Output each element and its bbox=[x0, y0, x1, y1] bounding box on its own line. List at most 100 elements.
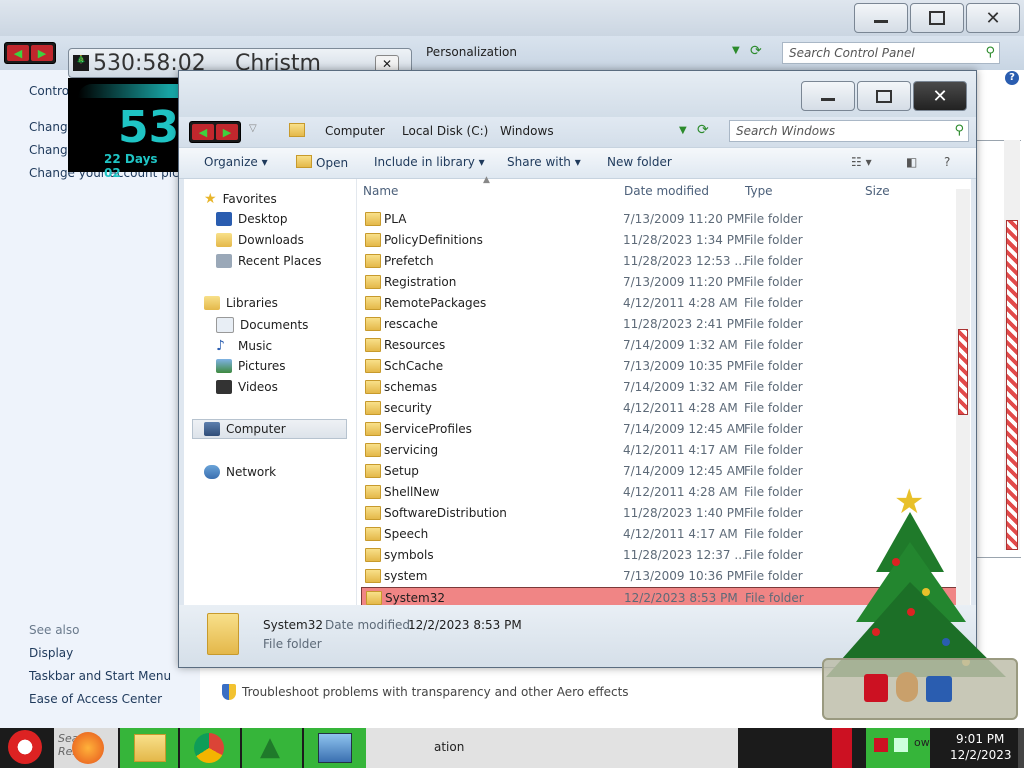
taskbar-search-box[interactable]: Searc Resc bbox=[54, 728, 118, 768]
table-row[interactable]: RemotePackages 4/12/2011 4:28 AM File fold… bbox=[361, 293, 961, 314]
back-arrow-icon[interactable]: ◀ bbox=[192, 124, 214, 140]
nav-libraries[interactable]: Libraries bbox=[204, 296, 278, 310]
ex-search-placeholder: Search Windows bbox=[736, 124, 836, 138]
nav-videos[interactable]: Videos bbox=[216, 380, 278, 394]
cp-address-text[interactable]: Personalization bbox=[426, 45, 517, 59]
table-row[interactable]: rescache 11/28/2023 2:41 PM File folder bbox=[361, 314, 961, 335]
troubleshoot-link[interactable]: Troubleshoot problems with transparency … bbox=[222, 684, 629, 700]
column-size[interactable]: Size bbox=[865, 184, 890, 198]
breadcrumb-local-disk[interactable]: Local Disk (C:) bbox=[402, 124, 488, 138]
cp-refresh-icon[interactable]: ⟳ bbox=[750, 43, 762, 59]
ex-refresh-icon[interactable]: ⟳ bbox=[697, 122, 709, 138]
table-row[interactable]: Prefetch 11/28/2023 12:53 ... File folder bbox=[361, 251, 961, 272]
forward-arrow-icon[interactable]: ▶ bbox=[31, 45, 53, 61]
help-icon[interactable]: ? bbox=[944, 155, 950, 169]
table-row[interactable]: security 4/12/2011 4:28 AM File folder bbox=[361, 398, 961, 419]
nav-desktop[interactable]: Desktop bbox=[216, 212, 288, 226]
troubleshoot-label: Troubleshoot problems with transparency … bbox=[242, 685, 629, 699]
taskbar-explorer[interactable] bbox=[120, 728, 178, 768]
nav-documents[interactable]: Documents bbox=[216, 317, 308, 333]
table-row[interactable]: Resources 7/14/2009 1:32 AM File folder bbox=[361, 335, 961, 356]
include-in-library-button[interactable]: Include in library ▾ bbox=[374, 155, 485, 169]
cp-search-placeholder: Search Control Panel bbox=[789, 46, 915, 60]
table-row[interactable]: ServiceProfiles 7/14/2009 12:45 AM File fo… bbox=[361, 419, 961, 440]
table-row[interactable]: SchCache 7/13/2009 10:35 PM File folder bbox=[361, 356, 961, 377]
nav-downloads[interactable]: Downloads bbox=[216, 233, 304, 247]
start-button[interactable] bbox=[0, 728, 52, 768]
cp-address-dropdown-icon[interactable]: ▼ bbox=[732, 45, 740, 56]
see-also-display-link[interactable]: Display bbox=[29, 646, 73, 660]
ex-nav-buttons[interactable]: ◀ ▶ bbox=[189, 121, 241, 143]
table-row[interactable]: PolicyDefinitions 11/28/2023 1:34 PM File … bbox=[361, 230, 961, 251]
table-row[interactable]: servicing 4/12/2011 4:17 AM File folder bbox=[361, 440, 961, 461]
view-options-icon[interactable]: ☷ ▾ bbox=[851, 155, 872, 169]
see-also-taskbar-link[interactable]: Taskbar and Start Menu bbox=[29, 669, 171, 683]
breadcrumb-windows[interactable]: Windows bbox=[500, 124, 554, 138]
file-name: Resources bbox=[384, 338, 446, 352]
table-row[interactable]: PLA 7/13/2009 11:20 PM File folder bbox=[361, 209, 961, 230]
organize-button[interactable]: Organize ▾ bbox=[204, 155, 268, 169]
help-icon[interactable]: ? bbox=[1005, 71, 1019, 85]
back-arrow-icon[interactable]: ◀ bbox=[7, 45, 29, 61]
file-type: File folder bbox=[744, 233, 803, 247]
action-center-icon[interactable] bbox=[874, 738, 888, 752]
share-with-button[interactable]: Share with ▾ bbox=[507, 155, 581, 169]
ex-minimize-button[interactable] bbox=[801, 81, 855, 111]
nav-computer[interactable]: Computer bbox=[204, 422, 286, 436]
file-list-scroll-thumb[interactable] bbox=[958, 329, 968, 415]
preview-pane-icon[interactable]: ◧ bbox=[906, 155, 917, 169]
ex-close-button[interactable]: ✕ bbox=[913, 81, 967, 111]
file-date: 7/13/2009 10:36 PM bbox=[623, 569, 745, 583]
table-row[interactable]: Registration 7/13/2009 11:20 PM File folde… bbox=[361, 272, 961, 293]
tray-flag[interactable] bbox=[832, 728, 852, 768]
see-also-heading: See also bbox=[29, 623, 80, 637]
system-tray[interactable]: ow bbox=[866, 728, 930, 768]
taskbar-chrome[interactable] bbox=[180, 728, 240, 768]
table-row[interactable]: schemas 7/14/2009 1:32 AM File folder bbox=[361, 377, 961, 398]
column-type[interactable]: Type bbox=[745, 184, 773, 198]
column-name[interactable]: Name bbox=[363, 184, 398, 198]
details-date: 12/2/2023 8:53 PM bbox=[408, 618, 522, 632]
taskbar-tree-gadget[interactable]: ▲ bbox=[242, 728, 302, 768]
close-icon: ✕ bbox=[985, 7, 1001, 29]
details-name: System32 bbox=[263, 618, 324, 632]
cp-left-link-1[interactable]: Contro bbox=[29, 84, 69, 98]
ex-search-input[interactable]: Search Windows ⚲ bbox=[729, 120, 969, 142]
cp-search-input[interactable]: Search Control Panel ⚲ bbox=[782, 42, 1000, 64]
countdown-swoosh bbox=[78, 84, 178, 98]
christmas-tree-gadget[interactable]: ★ bbox=[816, 482, 1024, 722]
tree-icon: ▲ bbox=[260, 732, 280, 762]
new-folder-button[interactable]: New folder bbox=[607, 155, 672, 169]
ex-maximize-button[interactable] bbox=[857, 81, 911, 111]
nav-favorites[interactable]: ★ Favorites bbox=[204, 191, 277, 207]
cp-restore-button[interactable] bbox=[910, 3, 964, 33]
recent-pages-icon[interactable]: ▽ bbox=[249, 123, 257, 134]
folder-icon bbox=[365, 506, 381, 520]
table-row[interactable]: Setup 7/14/2009 12:45 AM File folder bbox=[361, 461, 961, 482]
gift-icon bbox=[864, 674, 888, 702]
see-also-ease-link[interactable]: Ease of Access Center bbox=[29, 692, 162, 706]
column-date-modified[interactable]: Date modified bbox=[624, 184, 709, 198]
downloads-icon bbox=[216, 233, 232, 247]
nav-recent-places[interactable]: Recent Places bbox=[216, 254, 321, 268]
taskbar-clock[interactable]: 9:01 PM 12/2/2023 bbox=[944, 728, 1016, 768]
folder-icon bbox=[365, 527, 381, 541]
folder-icon bbox=[365, 254, 381, 268]
cp-nav-buttons[interactable]: ◀ ▶ bbox=[4, 42, 56, 64]
nav-network[interactable]: Network bbox=[204, 465, 276, 479]
file-name: Prefetch bbox=[384, 254, 434, 268]
firefox-icon[interactable] bbox=[72, 732, 104, 764]
taskbar-control-panel[interactable] bbox=[304, 728, 366, 768]
nav-pictures[interactable]: Pictures bbox=[216, 359, 286, 373]
network-icon[interactable] bbox=[894, 738, 908, 752]
nav-music[interactable]: ♪ Music bbox=[216, 338, 272, 354]
show-desktop-button[interactable] bbox=[1018, 728, 1024, 768]
ex-address-dropdown-icon[interactable]: ▼ bbox=[679, 125, 687, 136]
forward-arrow-icon[interactable]: ▶ bbox=[216, 124, 238, 140]
cp-close-button[interactable]: ✕ bbox=[966, 3, 1020, 33]
taskbar-active-window[interactable]: ation bbox=[366, 728, 738, 768]
cp-minimize-button[interactable] bbox=[854, 3, 908, 33]
breadcrumb-computer[interactable]: Computer bbox=[325, 124, 385, 138]
minimize-icon bbox=[821, 97, 835, 101]
open-button[interactable]: Open bbox=[296, 155, 348, 170]
